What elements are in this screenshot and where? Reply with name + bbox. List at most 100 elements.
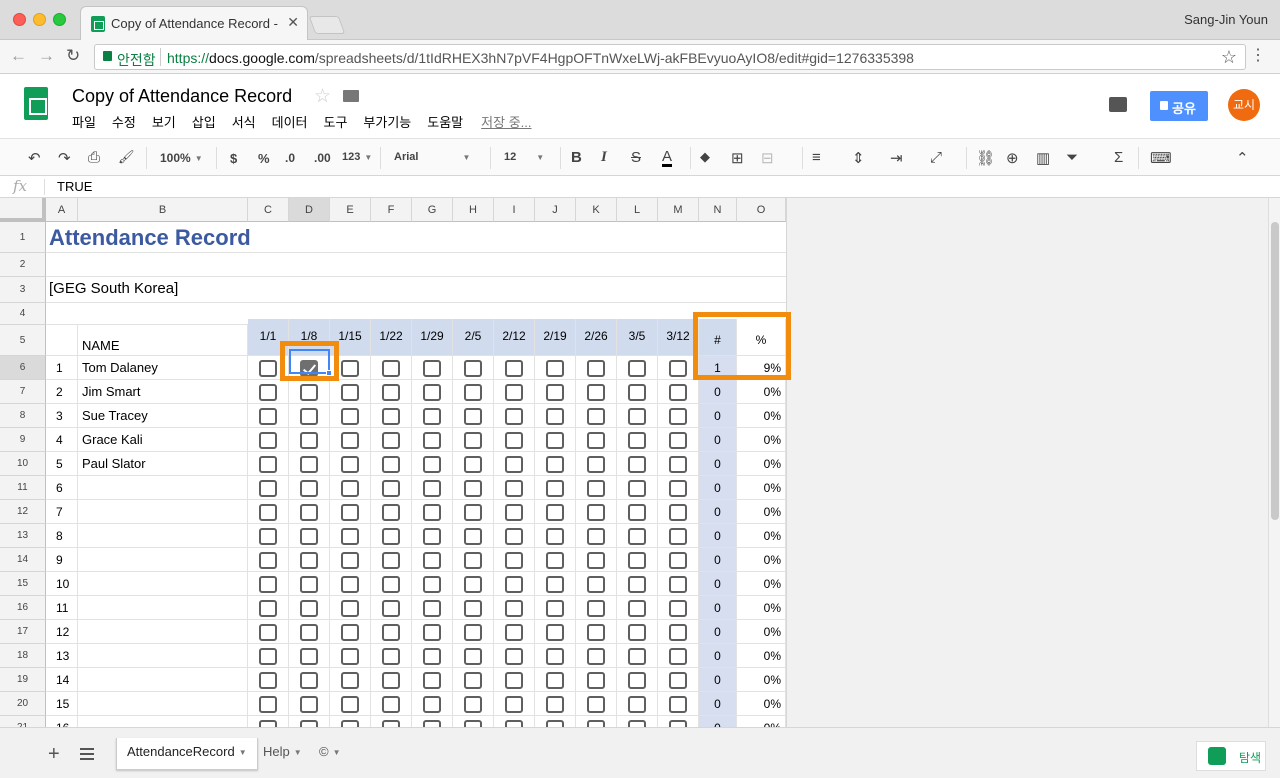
student-number[interactable]: 10 [46, 572, 78, 596]
attendance-cell[interactable] [617, 716, 658, 727]
percent-format-button[interactable]: % [258, 151, 270, 166]
attendance-cell[interactable] [330, 596, 371, 620]
align-icon[interactable]: ≡ [812, 149, 821, 166]
decrease-decimal-button[interactable]: .0 [285, 151, 295, 165]
student-name[interactable] [78, 476, 248, 500]
checkbox[interactable] [669, 432, 687, 449]
checkbox[interactable] [341, 672, 359, 689]
attendance-cell[interactable] [658, 620, 699, 644]
attendance-cell[interactable] [453, 548, 494, 572]
attendance-cell[interactable] [453, 692, 494, 716]
checkbox[interactable] [259, 576, 277, 593]
attendance-cell[interactable] [576, 404, 617, 428]
attendance-cell[interactable] [412, 644, 453, 668]
attendance-cell[interactable] [617, 668, 658, 692]
attendance-cell[interactable] [371, 548, 412, 572]
all-sheets-icon[interactable] [80, 748, 94, 760]
checkbox[interactable] [341, 480, 359, 497]
checkbox[interactable] [628, 432, 646, 449]
attendance-cell[interactable] [658, 596, 699, 620]
attendance-cell[interactable] [371, 356, 412, 380]
student-name[interactable] [78, 548, 248, 572]
student-number[interactable]: 8 [46, 524, 78, 548]
attendance-cell[interactable] [576, 452, 617, 476]
column-header-n[interactable]: N [699, 198, 737, 222]
attendance-cell[interactable] [494, 692, 535, 716]
checkbox[interactable] [423, 408, 441, 425]
comments-icon[interactable] [1109, 97, 1127, 112]
checkbox[interactable] [587, 600, 605, 617]
font-size-select[interactable]: 12 ▼ [504, 151, 544, 163]
attendance-cell[interactable] [494, 644, 535, 668]
checkbox[interactable] [464, 432, 482, 449]
checkbox[interactable] [669, 456, 687, 473]
reload-icon[interactable]: ↻ [66, 46, 80, 66]
checkbox[interactable] [300, 648, 318, 665]
checkbox[interactable] [464, 648, 482, 665]
sheet-grid[interactable]: A B C D E F G H I J K L M N O 1 2 3 4 5 6 7 8 9 10 11 12 13 14 15 16 17… [0, 198, 1268, 727]
column-header-o[interactable]: O [737, 198, 786, 222]
checkbox[interactable] [505, 432, 523, 449]
checkbox[interactable] [423, 432, 441, 449]
checkbox[interactable] [300, 432, 318, 449]
attendance-cell[interactable] [617, 404, 658, 428]
attendance-cell[interactable] [494, 548, 535, 572]
attendance-cell[interactable] [371, 692, 412, 716]
checkbox[interactable] [259, 672, 277, 689]
attendance-cell[interactable] [453, 452, 494, 476]
attendance-cell[interactable] [535, 620, 576, 644]
student-name[interactable] [78, 500, 248, 524]
attendance-cell[interactable] [289, 404, 330, 428]
attendance-cell[interactable] [289, 476, 330, 500]
student-name[interactable] [78, 572, 248, 596]
checkbox[interactable] [300, 696, 318, 713]
checkbox[interactable] [382, 600, 400, 617]
checkbox[interactable] [546, 456, 564, 473]
checkbox[interactable] [382, 624, 400, 641]
checkbox[interactable] [464, 384, 482, 401]
scrollbar-thumb[interactable] [1271, 222, 1279, 520]
row-header-3[interactable]: 3 [0, 277, 46, 303]
checkbox[interactable] [505, 552, 523, 569]
checkbox[interactable] [628, 624, 646, 641]
checkbox[interactable] [341, 504, 359, 521]
student-number[interactable]: 1 [46, 356, 78, 380]
checkbox[interactable] [587, 624, 605, 641]
attendance-cell[interactable] [371, 620, 412, 644]
attendance-cell[interactable] [658, 644, 699, 668]
student-number[interactable]: 4 [46, 428, 78, 452]
student-number[interactable]: 2 [46, 380, 78, 404]
attendance-cell[interactable] [576, 668, 617, 692]
checkbox[interactable] [464, 480, 482, 497]
attendance-cell[interactable] [617, 500, 658, 524]
student-name[interactable] [78, 524, 248, 548]
attendance-cell[interactable] [371, 596, 412, 620]
checkbox[interactable] [382, 672, 400, 689]
checkbox[interactable] [464, 600, 482, 617]
attendance-cell[interactable] [453, 668, 494, 692]
checkbox[interactable] [382, 408, 400, 425]
save-status[interactable]: 저장 중... [481, 112, 531, 131]
attendance-cell[interactable] [248, 620, 289, 644]
attendance-cell[interactable] [576, 500, 617, 524]
attendance-cell[interactable] [330, 380, 371, 404]
student-number[interactable]: 9 [46, 548, 78, 572]
attendance-cell[interactable] [617, 380, 658, 404]
attendance-cell[interactable] [289, 500, 330, 524]
checkbox[interactable] [546, 432, 564, 449]
attendance-cell[interactable] [453, 524, 494, 548]
attendance-cell[interactable] [371, 500, 412, 524]
attendance-cell[interactable] [371, 524, 412, 548]
strikethrough-button[interactable]: S [631, 149, 641, 166]
attendance-cell[interactable] [330, 644, 371, 668]
attendance-cell[interactable] [330, 428, 371, 452]
attendance-cell[interactable] [535, 692, 576, 716]
increase-decimal-button[interactable]: .00 [314, 151, 331, 165]
checkbox[interactable] [669, 720, 687, 727]
checkbox[interactable] [628, 576, 646, 593]
checkbox[interactable] [423, 600, 441, 617]
attendance-cell[interactable] [248, 692, 289, 716]
print-icon[interactable]: ⎙ [88, 149, 100, 166]
checkbox[interactable] [423, 624, 441, 641]
italic-button[interactable]: I [601, 149, 607, 166]
